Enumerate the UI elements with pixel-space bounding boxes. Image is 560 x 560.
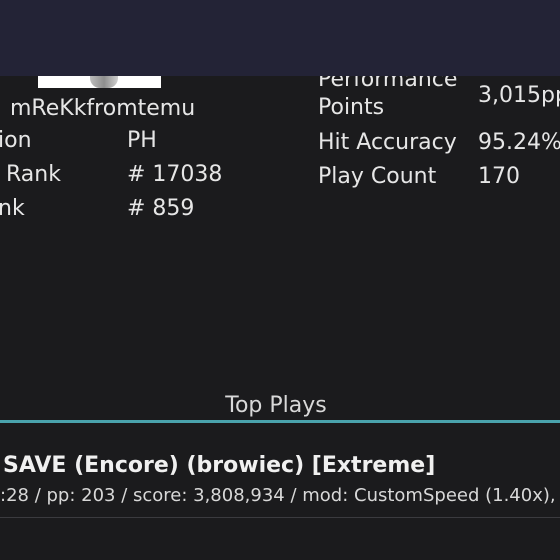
region-label: ion — [0, 128, 32, 153]
country-rank-label: nk — [0, 196, 25, 221]
avatar[interactable] — [38, 76, 161, 88]
top-play-card[interactable]: SAVE (Encore) (browiec) [Extreme] :28 / … — [0, 423, 560, 560]
profile-panel: mReKkfromtemu ion PH Rank # 17038 nk # 8… — [0, 76, 560, 396]
region-value: PH — [127, 128, 157, 153]
country-rank-value: # 859 — [127, 196, 195, 221]
top-play-beatmap-title: SAVE (Encore) (browiec) [Extreme] — [3, 453, 436, 478]
performance-points-label: Performance Points — [318, 76, 458, 120]
top-app-bar — [0, 0, 560, 76]
top-plays-heading: Top Plays — [225, 393, 327, 418]
play-count-value: 170 — [478, 164, 520, 189]
hit-accuracy-value: 95.24% — [478, 130, 560, 155]
avatar-image-fragment — [90, 76, 118, 88]
global-rank-value: # 17038 — [127, 162, 223, 187]
top-play-separator — [0, 517, 560, 518]
top-play-details: :28 / pp: 203 / score: 3,808,934 / mod: … — [0, 485, 560, 506]
play-count-label: Play Count — [318, 164, 437, 189]
username: mReKkfromtemu — [10, 96, 196, 121]
hit-accuracy-label: Hit Accuracy — [318, 130, 457, 155]
performance-points-value: 3,015pp — [478, 83, 560, 108]
global-rank-label: Rank — [6, 162, 61, 187]
